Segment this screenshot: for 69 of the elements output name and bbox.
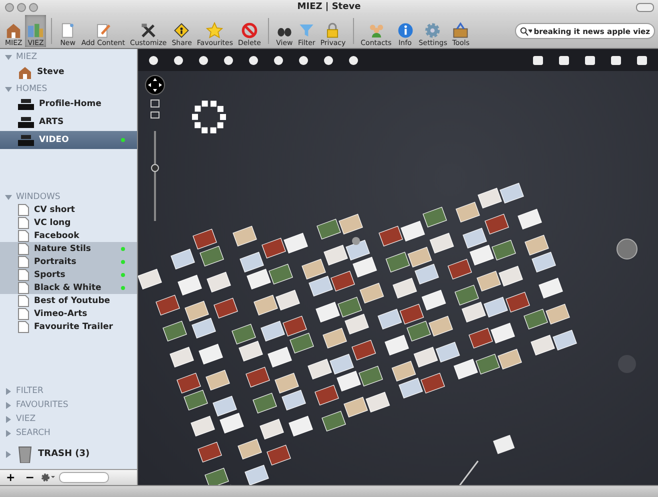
item-label: Profile-Home: [39, 99, 102, 109]
sidebar-item[interactable]: Facebook: [0, 229, 137, 242]
item-label: Facebook: [34, 230, 80, 240]
item-label: Portraits: [34, 256, 76, 266]
page-icon: [18, 308, 29, 320]
sidebar-item[interactable]: Profile-Home: [0, 95, 137, 113]
page-icon: [18, 216, 29, 228]
window-title: MIEZ | Steve: [297, 2, 361, 12]
people-icon: [368, 22, 385, 39]
new-document-icon: [59, 22, 76, 39]
item-label: Favourite Trailer: [34, 322, 113, 332]
item-label: ARTS: [39, 117, 64, 127]
sidebar-item[interactable]: Black & White: [0, 281, 137, 294]
page-icon: [18, 256, 29, 268]
sidebar-item[interactable]: Favourite Trailer: [0, 320, 137, 333]
pencil-document-icon: [94, 22, 112, 39]
sidebar-item[interactable]: CV short: [0, 203, 137, 216]
funnel-icon: [298, 22, 316, 39]
trash-label[interactable]: TRASH (3): [38, 449, 90, 459]
toolbox-icon: [452, 22, 470, 39]
toolbar-button[interactable]: −: [22, 471, 38, 484]
item-label: CV short: [34, 204, 75, 214]
house-icon: [18, 66, 32, 78]
page-icon: [18, 282, 29, 294]
stack-icon: [18, 116, 34, 128]
item-label: VIDEO: [39, 135, 69, 145]
page-icon: [18, 268, 29, 280]
page-icon: [18, 294, 29, 306]
settings-icon[interactable]: [41, 473, 56, 482]
item-label: Nature Stils: [34, 244, 91, 254]
item-label: Vimeo-Arts: [34, 308, 88, 318]
sidebar-item[interactable]: ARTS: [0, 113, 137, 131]
stack-icon: [18, 98, 34, 110]
close-button[interactable]: [5, 2, 14, 12]
sidebar-item[interactable]: Sports: [0, 268, 137, 281]
zoom-button[interactable]: [29, 2, 38, 12]
sign-icon: [173, 22, 190, 39]
info-icon: [396, 22, 414, 39]
minimize-button[interactable]: [17, 2, 26, 12]
item-label: Best of Youtube: [34, 296, 110, 306]
navigation-control-icon[interactable]: [145, 75, 165, 95]
sidebar-item[interactable]: Portraits: [0, 255, 137, 268]
house-icon: [5, 22, 22, 39]
page-icon: [18, 204, 29, 216]
item-label: Steve: [37, 67, 64, 77]
view-mode-icon[interactable]: [150, 99, 160, 121]
item-label: Black & White: [34, 282, 102, 292]
no-entry-icon: [240, 22, 258, 39]
slider-thumb[interactable]: [151, 164, 159, 172]
page-icon: [18, 230, 29, 242]
blocks-icon: [27, 22, 44, 39]
sidebar-item[interactable]: VIDEO: [0, 131, 137, 149]
sidebar-item[interactable]: Best of Youtube: [0, 294, 137, 307]
toolbar-button[interactable]: +: [3, 471, 18, 484]
item-label: VC long: [34, 218, 71, 228]
stack-icon: [18, 134, 34, 146]
page-icon: [18, 242, 29, 254]
hammer-wrench-icon: [140, 22, 157, 39]
settings-icon: [424, 22, 442, 39]
sidebar-item[interactable]: VC long: [0, 216, 137, 229]
toolbar-toggle-button[interactable]: [636, 3, 654, 12]
filter-field[interactable]: [59, 472, 110, 483]
sidebar-item[interactable]: Steve: [0, 63, 137, 81]
item-label: Sports: [34, 270, 66, 280]
sidebar-item[interactable]: Nature Stils: [0, 242, 137, 255]
trash-can-icon: [18, 445, 32, 463]
sidebar-item[interactable]: Vimeo-Arts: [0, 307, 137, 320]
page-icon: [18, 320, 29, 332]
search-icon: [520, 26, 532, 36]
